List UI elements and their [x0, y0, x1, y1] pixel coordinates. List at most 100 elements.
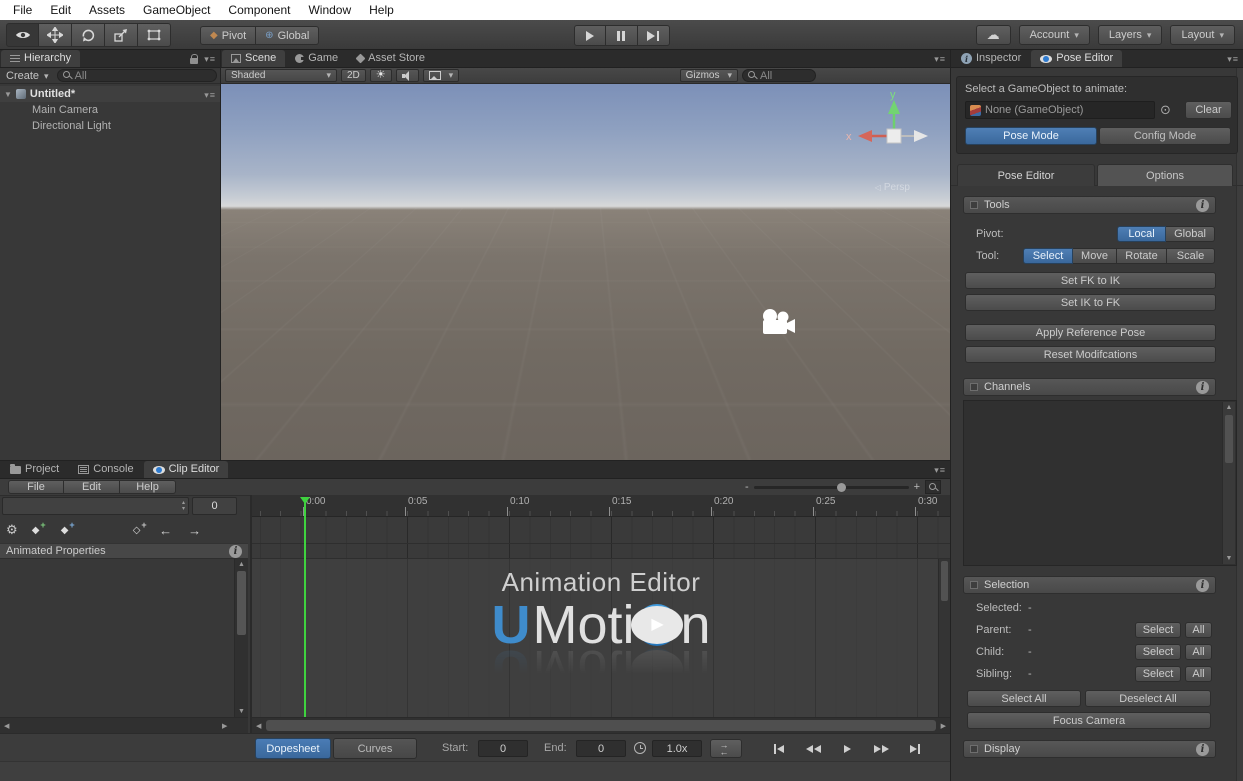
- play-button[interactable]: [574, 25, 606, 46]
- scroll-right-icon[interactable]: ▶: [941, 722, 946, 730]
- orientation-gizmo[interactable]: y x: [844, 88, 936, 180]
- tab-console[interactable]: Console: [69, 461, 142, 478]
- shaded-dropdown[interactable]: Shaded: [225, 69, 337, 82]
- end-field[interactable]: 0: [576, 740, 626, 757]
- display-header[interactable]: Display: [963, 740, 1216, 758]
- tab-inspector[interactable]: Inspector: [952, 50, 1030, 67]
- tab-asset-store[interactable]: Asset Store: [348, 50, 434, 67]
- perspective-label[interactable]: ◁Persp: [875, 182, 910, 193]
- fast-forward-button[interactable]: [866, 739, 896, 758]
- add-key-button[interactable]: ◆+: [25, 520, 47, 540]
- scene-pane-menu-icon[interactable]: [934, 53, 946, 65]
- tools-header[interactable]: Tools: [963, 196, 1216, 214]
- zoom-search-button[interactable]: [925, 480, 941, 494]
- select-sibling-all-button[interactable]: All: [1185, 666, 1212, 682]
- selection-header[interactable]: Selection: [963, 576, 1216, 594]
- scene-menu-icon[interactable]: [204, 89, 216, 101]
- clear-button[interactable]: Clear: [1185, 101, 1232, 119]
- tree-item-main-camera[interactable]: Main Camera: [0, 102, 220, 118]
- add-key-all-button[interactable]: ◆+: [54, 520, 76, 540]
- timeline-vscrollbar[interactable]: [938, 559, 950, 717]
- menu-window[interactable]: Window: [299, 0, 360, 20]
- set-fk-to-ik-button[interactable]: Set FK to IK: [965, 272, 1216, 289]
- pause-button[interactable]: [606, 25, 638, 46]
- scene-search-input[interactable]: All: [742, 69, 816, 82]
- tab-pose-editor[interactable]: Pose Editor: [1031, 50, 1122, 67]
- info-icon[interactable]: [229, 545, 242, 558]
- clip-menu-help[interactable]: Help: [120, 480, 176, 494]
- select-all-button[interactable]: Select All: [967, 690, 1081, 707]
- scroll-down-icon[interactable]: ▼: [1223, 555, 1235, 562]
- scroll-thumb[interactable]: [1225, 415, 1233, 463]
- timeline-hscrollbar[interactable]: ◀ ▶: [252, 717, 950, 733]
- properties-vscrollbar[interactable]: ▲ ▼: [234, 559, 248, 717]
- rotate-tool-button[interactable]: [72, 23, 105, 47]
- collab-button[interactable]: ☁: [976, 25, 1011, 45]
- start-field[interactable]: 0: [478, 740, 528, 757]
- tree-item-directional-light[interactable]: Directional Light: [0, 118, 220, 134]
- scene-row[interactable]: ▼ Untitled*: [0, 86, 220, 102]
- scroll-thumb[interactable]: [266, 720, 936, 731]
- pose-mode-button[interactable]: Pose Mode: [965, 127, 1097, 145]
- select-parent-button[interactable]: Select: [1135, 622, 1181, 638]
- clip-pane-menu-icon[interactable]: [934, 464, 946, 476]
- inspector-pane-menu-icon[interactable]: [1227, 53, 1239, 65]
- scroll-up-icon[interactable]: ▲: [235, 561, 248, 568]
- menu-assets[interactable]: Assets: [80, 0, 134, 20]
- select-parent-all-button[interactable]: All: [1185, 622, 1212, 638]
- tab-options[interactable]: Options: [1097, 164, 1233, 186]
- info-icon[interactable]: [1196, 743, 1209, 756]
- zoom-slider-thumb[interactable]: [837, 483, 846, 492]
- menu-file[interactable]: File: [4, 0, 41, 20]
- apply-reference-pose-button[interactable]: Apply Reference Pose: [965, 324, 1216, 341]
- loop-toggle-button[interactable]: [710, 739, 742, 758]
- dopesheet-area[interactable]: Animation Editor UMotin UMotin: [252, 559, 950, 717]
- zoom-out-button[interactable]: -: [745, 481, 749, 493]
- menu-help[interactable]: Help: [360, 0, 403, 20]
- config-mode-button[interactable]: Config Mode: [1099, 127, 1231, 145]
- account-dropdown[interactable]: Account: [1019, 25, 1090, 45]
- reset-modifications-button[interactable]: Reset Modifcations: [965, 346, 1216, 363]
- layout-dropdown[interactable]: Layout: [1170, 25, 1235, 45]
- menu-edit[interactable]: Edit: [41, 0, 80, 20]
- zoom-slider[interactable]: [754, 486, 909, 489]
- audio-toggle[interactable]: [396, 69, 419, 82]
- camera-gizmo-icon[interactable]: [757, 308, 797, 338]
- scroll-up-icon[interactable]: ▲: [1223, 404, 1235, 411]
- clip-menu-edit[interactable]: Edit: [64, 480, 120, 494]
- tab-dopesheet[interactable]: Dopesheet: [255, 738, 331, 759]
- add-event-button[interactable]: ◇+: [126, 520, 148, 540]
- gameobject-field[interactable]: None (GameObject): [965, 101, 1155, 119]
- pane-menu-icon[interactable]: [204, 53, 216, 65]
- channels-scrollbar[interactable]: ▲ ▼: [1222, 402, 1235, 564]
- set-ik-to-fk-button[interactable]: Set IK to FK: [965, 294, 1216, 311]
- prev-key-button[interactable]: ←: [155, 523, 177, 538]
- menu-gameobject[interactable]: GameObject: [134, 0, 219, 20]
- rotate-tool-button2[interactable]: Rotate: [1117, 248, 1167, 264]
- scroll-left-icon[interactable]: ◀: [256, 722, 261, 730]
- info-icon[interactable]: [1196, 579, 1209, 592]
- 2d-toggle[interactable]: 2D: [341, 69, 366, 82]
- scroll-thumb[interactable]: [941, 561, 948, 601]
- local-button[interactable]: Local: [1117, 226, 1166, 242]
- tab-project[interactable]: Project: [1, 461, 68, 478]
- rect-tool-button[interactable]: [138, 23, 171, 47]
- tab-scene[interactable]: Scene: [222, 50, 285, 67]
- pivot-button[interactable]: ◆Pivot: [200, 26, 256, 45]
- gizmos-dropdown[interactable]: Gizmos: [680, 69, 738, 82]
- frame-number-field[interactable]: 0: [192, 497, 237, 515]
- object-picker-icon[interactable]: ⊙: [1160, 102, 1171, 118]
- select-sibling-button[interactable]: Select: [1135, 666, 1181, 682]
- move-tool-button2[interactable]: Move: [1073, 248, 1117, 264]
- info-icon[interactable]: [1196, 199, 1209, 212]
- tab-game[interactable]: Game: [286, 50, 347, 67]
- tab-pose-editor-sub[interactable]: Pose Editor: [957, 164, 1095, 186]
- keyframe-band[interactable]: [252, 517, 950, 559]
- go-to-start-button[interactable]: [764, 739, 794, 758]
- scroll-thumb[interactable]: [237, 571, 246, 635]
- rewind-button[interactable]: [798, 739, 828, 758]
- tab-hierarchy[interactable]: Hierarchy: [1, 50, 80, 67]
- channels-list[interactable]: ▲ ▼: [963, 400, 1237, 566]
- layers-dropdown[interactable]: Layers: [1098, 25, 1163, 45]
- zoom-in-button[interactable]: +: [914, 481, 920, 493]
